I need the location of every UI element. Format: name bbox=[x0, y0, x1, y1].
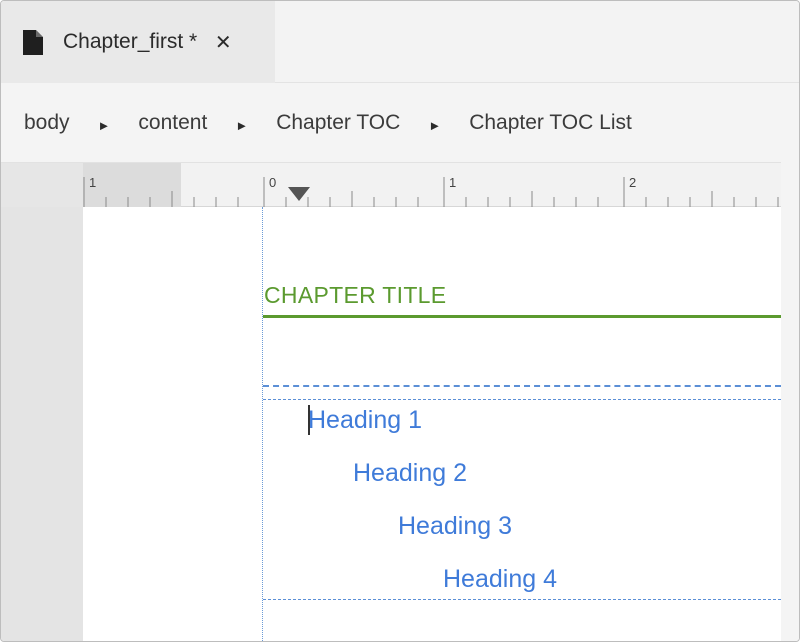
breadcrumb-item-chapter-toc-list[interactable]: Chapter TOC List bbox=[469, 111, 632, 135]
ruler-ticks bbox=[83, 177, 779, 207]
editor-window: Chapter_first * ✕ body ► content ► Chapt… bbox=[0, 0, 800, 642]
toc-container-border bbox=[263, 385, 781, 387]
text-cursor bbox=[308, 405, 310, 435]
breadcrumb-separator-icon: ► bbox=[235, 118, 249, 133]
toc-heading-2[interactable]: Heading 2 bbox=[353, 459, 467, 488]
left-margin-gutter bbox=[1, 207, 83, 641]
breadcrumb-separator-icon: ► bbox=[97, 118, 111, 133]
toc-list-border bbox=[263, 399, 781, 400]
chapter-title[interactable]: CHAPTER TITLE bbox=[264, 282, 446, 309]
window-edge bbox=[781, 83, 799, 641]
breadcrumb-item-body[interactable]: body bbox=[24, 111, 70, 135]
tab-bar: Chapter_first * ✕ bbox=[1, 1, 799, 83]
close-icon[interactable]: ✕ bbox=[213, 30, 233, 55]
toc-heading-1[interactable]: Heading 1 bbox=[308, 406, 422, 435]
toc-heading-4[interactable]: Heading 4 bbox=[443, 565, 557, 594]
toc-heading-3[interactable]: Heading 3 bbox=[398, 512, 512, 541]
ruler-label: 0 bbox=[269, 175, 277, 190]
tab-chapter-first[interactable]: Chapter_first * ✕ bbox=[1, 1, 275, 83]
document-page[interactable] bbox=[83, 207, 781, 641]
ruler-label: 1 bbox=[449, 175, 457, 190]
chapter-title-rule bbox=[263, 315, 781, 318]
breadcrumb-separator-icon: ► bbox=[428, 118, 442, 133]
breadcrumb-item-content[interactable]: content bbox=[138, 111, 207, 135]
ruler-label: 1 bbox=[89, 175, 97, 190]
breadcrumb: body ► content ► Chapter TOC ► Chapter T… bbox=[1, 83, 799, 163]
margin-guide-line bbox=[262, 207, 263, 641]
tab-label: Chapter_first * bbox=[63, 30, 198, 53]
indent-marker-icon[interactable] bbox=[288, 187, 310, 201]
toc-list-border-bottom bbox=[263, 599, 781, 600]
ruler-label: 2 bbox=[629, 175, 637, 190]
horizontal-ruler[interactable]: 1 0 1 2 bbox=[1, 163, 799, 207]
document-icon bbox=[23, 29, 43, 55]
breadcrumb-item-chapter-toc[interactable]: Chapter TOC bbox=[276, 111, 400, 135]
